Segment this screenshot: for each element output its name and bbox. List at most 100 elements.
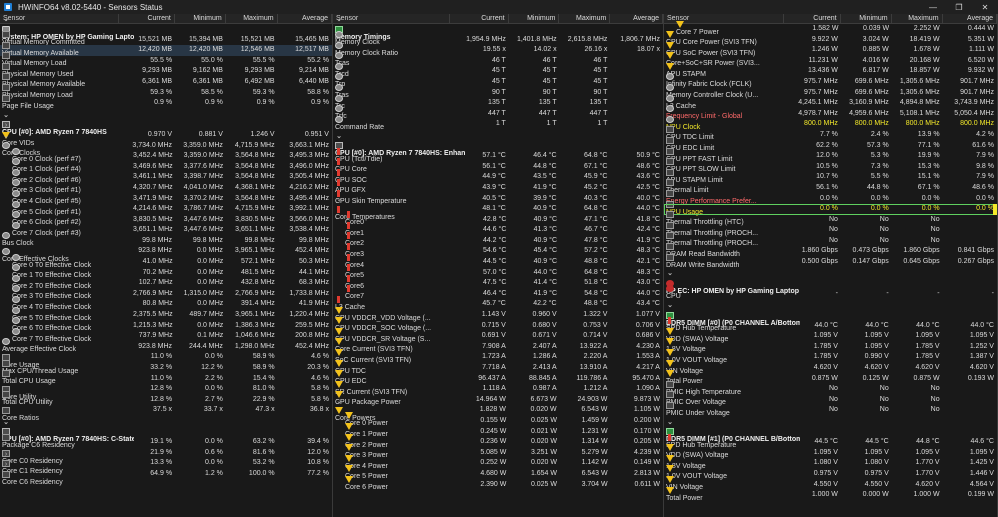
current-value: No	[828, 236, 838, 244]
header-average[interactable]: Average	[278, 14, 332, 23]
expand-toggle-icon[interactable]: ›	[2, 460, 10, 471]
minimum-value: 0.000 W	[862, 491, 889, 499]
expand-toggle-icon[interactable]: ⌄	[2, 418, 10, 429]
close-button[interactable]: ✕	[972, 0, 998, 14]
header-average[interactable]: Average	[943, 14, 997, 23]
header-minimum[interactable]: Minimum	[509, 14, 560, 23]
expand-toggle-icon[interactable]: ⌄	[335, 397, 343, 408]
current-value: 1.000 W	[811, 491, 838, 499]
current-value: 0.155 W	[480, 416, 507, 424]
sensor-row[interactable]: Total Power 1.000 W 0.000 W 1.000 W 0.199 W	[664, 486, 997, 502]
expand-toggle-icon[interactable]: ⌄	[666, 418, 674, 429]
average-value: 901.7 MHz	[960, 77, 994, 85]
sensor-row[interactable]: Page File Usage 0.9 % 0.9 % 0.9 % 0.9 %	[0, 94, 332, 110]
minimum-value: 3,447.6 MHz	[183, 226, 224, 234]
expand-toggle-icon[interactable]: ⌄	[2, 132, 10, 143]
sensor-row[interactable]: › Core Ratios 37.5 x 33.7 x 47.3 x 36.8 x	[0, 398, 332, 422]
maximum-value: 44.8 °C	[916, 438, 940, 446]
current-value: 0.975 V	[813, 469, 838, 477]
header-maximum[interactable]: Maximum	[559, 14, 611, 23]
expand-toggle-icon[interactable]: ⌄	[335, 195, 343, 206]
current-value: 9.922 W	[811, 35, 838, 43]
current-value: 44.2 °C	[482, 236, 507, 244]
average-value: 1.095 V	[969, 332, 994, 340]
maximum-value: 119.786 A	[576, 374, 608, 382]
header-current[interactable]: Current	[784, 14, 841, 23]
average-value: 50.9 °C	[636, 152, 660, 160]
maximum-value: 99.8 MHz	[244, 236, 275, 244]
average-value: 95.470 A	[632, 374, 660, 382]
minimize-button[interactable]: —	[920, 0, 946, 14]
current-value: 9,293 MB	[142, 67, 173, 75]
expand-toggle-icon[interactable]: ⌄	[666, 269, 674, 280]
gauge-icon	[666, 391, 674, 399]
average-value: 0.951 V	[304, 130, 329, 138]
current-value: No	[828, 385, 838, 393]
expand-toggle-icon[interactable]: ›	[2, 375, 10, 386]
voltage-icon	[335, 306, 343, 314]
expand-toggle-icon[interactable]: ›	[2, 439, 10, 450]
maximum-value: 3,564.8 MHz	[235, 162, 275, 170]
minimum-value: 0.020 W	[530, 406, 557, 414]
current-value: 3,461.1 MHz	[132, 173, 173, 181]
voltage-icon	[666, 52, 674, 60]
average-value: 4.564 V	[969, 480, 994, 488]
average-value: 9.873 W	[633, 395, 660, 403]
sensor-row[interactable]: Command Rate 1 T1 T1 T	[333, 115, 663, 131]
current-value: No	[828, 406, 838, 414]
minimum-value: 0.025 W	[530, 480, 558, 488]
minimum-value: 699.6 MHz	[854, 88, 889, 96]
voltage-icon	[666, 476, 674, 484]
voltage-icon	[345, 444, 353, 452]
maximum-value: 4,894.8 MHz	[899, 99, 940, 107]
minimum-value: 0.0 %	[204, 459, 223, 467]
sensor-row[interactable]: PMIC Under Voltage No No No	[664, 401, 997, 417]
expand-toggle-icon[interactable]: ›	[2, 450, 10, 461]
average-value: 12.0 %	[307, 448, 329, 456]
header-minimum[interactable]: Minimum	[841, 14, 892, 23]
header-average[interactable]: Average	[610, 14, 663, 23]
expand-toggle-icon[interactable]: ⌄	[335, 132, 343, 143]
header-maximum[interactable]: Maximum	[892, 14, 943, 23]
sensor-row[interactable]: › Core C6 Residency 64.9 % 1.2 % 100.0 % 77.2…	[0, 461, 332, 486]
minimum-value: 447 T	[538, 109, 557, 117]
average-value: 50.3 MHz	[299, 258, 329, 266]
expand-toggle-icon[interactable]: ⌄	[2, 111, 10, 122]
maximize-button[interactable]: ❐	[946, 0, 972, 14]
average-value: 6.520 W	[967, 56, 994, 64]
expand-toggle-icon[interactable]: ›	[2, 121, 10, 132]
expand-toggle-icon[interactable]: ⌄	[2, 238, 10, 249]
average-value: 43.4 °C	[636, 300, 660, 308]
average-value: 0.170 W	[633, 427, 661, 435]
gauge-icon	[666, 221, 674, 229]
header-maximum[interactable]: Maximum	[226, 14, 278, 23]
current-value: 2,766.9 MHz	[132, 289, 173, 297]
gauge-icon	[2, 31, 10, 39]
average-value: 0.0 %	[976, 205, 994, 213]
header-minimum[interactable]: Minimum	[175, 14, 226, 23]
voltage-icon	[335, 348, 343, 356]
sensor-row[interactable]: CPU - - - -	[664, 285, 997, 300]
current-value: 43.9 °C	[482, 183, 506, 191]
sensor-panel-left: Sensor Current Minimum Maximum Average ⌄ Syste…	[0, 14, 333, 517]
average-value: 18.07 x	[637, 46, 660, 54]
gauge-icon	[666, 147, 674, 155]
average-value: 44.0 °C	[636, 289, 661, 297]
expand-toggle-icon[interactable]: ⌄	[335, 15, 343, 26]
expand-toggle-icon[interactable]: ›	[2, 397, 10, 408]
minimum-value: 0.680 V	[532, 321, 557, 329]
maximum-value: 24.903 W	[577, 395, 608, 403]
sensor-row[interactable]: Core 6 Power 2.390 W 0.025 W 3.704 W 0.611 W	[333, 476, 663, 491]
expand-toggle-icon[interactable]: ⌄	[2, 15, 10, 26]
average-value: 4.239 W	[633, 448, 661, 456]
average-value: 9.8 %	[976, 162, 994, 170]
average-value: 1,733.8 MHz	[289, 289, 329, 297]
minimum-value: 0.885 W	[862, 46, 889, 54]
current-value: 7.908 A	[482, 342, 506, 350]
expand-toggle-icon[interactable]: ›	[2, 344, 10, 355]
expand-toggle-icon[interactable]: ⌄	[666, 301, 674, 312]
maximum-value: 1.246 V	[250, 130, 275, 138]
sensor-row[interactable]: DRAM Write Bandwidth 0.500 Gbps 0.147 Gbps…	[664, 253, 997, 269]
maximum-value: 26.16 x	[584, 46, 608, 54]
minimum-value: 40.9 °C	[533, 258, 558, 266]
